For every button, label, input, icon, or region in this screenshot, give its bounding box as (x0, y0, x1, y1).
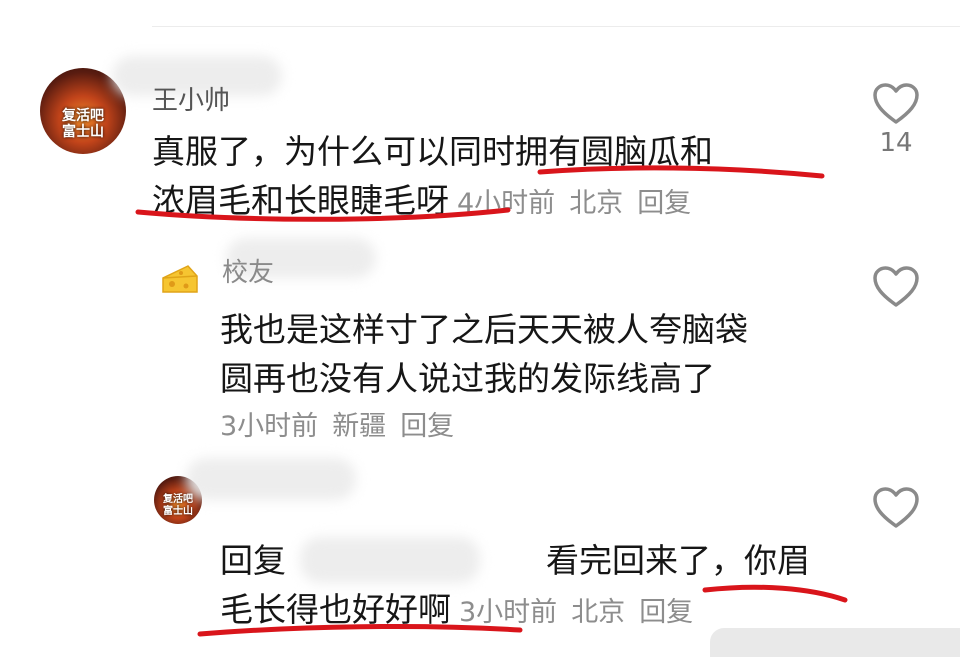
blurred-username (186, 458, 356, 500)
avatar-text: 复活吧 富士山 (163, 494, 193, 517)
like-button[interactable] (866, 486, 926, 530)
like-button[interactable] (866, 265, 926, 309)
top-divider (152, 26, 960, 27)
heart-icon[interactable] (872, 265, 920, 309)
comment-time: 3小时前 (220, 411, 319, 442)
comment-meta: 3小时前 新疆 回复 (220, 404, 468, 443)
blurred-mention (300, 537, 480, 583)
avatar[interactable] (160, 262, 200, 298)
cheese-icon (162, 265, 198, 293)
comment-text: 我也是这样寸了之后天天被人夸脑袋 圆再也没有人说过我的发际线高了 (220, 305, 840, 403)
reply-button[interactable]: 回复 (639, 597, 693, 628)
watermark-blur (710, 628, 960, 657)
reply-button[interactable]: 回复 (637, 188, 691, 219)
reply-button[interactable]: 回复 (400, 411, 454, 442)
comment-line: 浓眉毛和长眼睫毛呀 4小时前 北京 回复 (152, 181, 692, 220)
comment-time: 3小时前 (459, 597, 558, 628)
comment-text: 真服了，为什么可以同时拥有圆脑瓜和 浓眉毛和长眼睫毛呀 4小时前 北京 回复 (152, 127, 812, 228)
comment-location: 北京 (571, 597, 626, 628)
like-button[interactable]: 14 (866, 82, 926, 158)
avatar-text: 复活吧 富士山 (62, 108, 104, 141)
comment-time: 4小时前 (457, 188, 556, 219)
comment-location: 北京 (569, 188, 624, 219)
comment-line: 我也是这样寸了之后天天被人夸脑袋 (220, 310, 748, 349)
comment-location: 新疆 (332, 411, 387, 442)
comment-line: 圆再也没有人说过我的发际线高了 (220, 359, 715, 398)
comment-line: 真服了，为什么可以同时拥有圆脑瓜和 (152, 132, 713, 171)
reply-prefix: 回复 (220, 541, 286, 580)
heart-icon[interactable] (872, 82, 920, 126)
username[interactable]: 校友 (222, 252, 274, 289)
like-count: 14 (879, 128, 913, 158)
heart-icon[interactable] (872, 486, 920, 530)
username[interactable]: 王小帅 (152, 80, 230, 117)
